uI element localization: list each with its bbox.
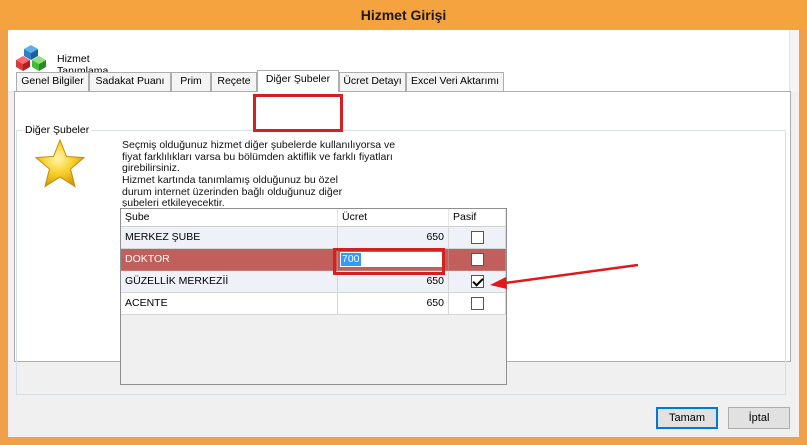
table-row-selected[interactable]: DOKTOR 700 bbox=[121, 249, 506, 271]
cell-pasif[interactable] bbox=[449, 271, 506, 293]
pasif-checkbox-checked[interactable] bbox=[470, 275, 484, 288]
tab-excel-veri-aktarimi[interactable]: Excel Veri Aktarımı bbox=[406, 72, 504, 91]
pasif-checkbox[interactable] bbox=[470, 253, 484, 266]
tab-diger-subeler[interactable]: Diğer Şubeler bbox=[257, 70, 339, 92]
window-titlebar: Hizmet Girişi bbox=[0, 0, 807, 30]
cell-ucret-editing[interactable]: 700 bbox=[338, 249, 449, 271]
cell-pasif[interactable] bbox=[449, 227, 506, 249]
tamam-button[interactable]: Tamam bbox=[656, 407, 718, 429]
description-text-2: Hizmet kartında tanımlamış olduğunuz bu … bbox=[122, 175, 343, 207]
column-header-sube[interactable]: Şube bbox=[121, 209, 338, 227]
subeler-grid: Şube Ücret Pasif MERKEZ ŞUBE 650 DOKTOR … bbox=[120, 208, 507, 385]
table-row[interactable]: MERKEZ ŞUBE 650 bbox=[121, 227, 506, 249]
column-header-pasif[interactable]: Pasif bbox=[449, 209, 506, 227]
tab-ucret-detayi[interactable]: Ücret Detayı bbox=[339, 72, 406, 91]
tab-prim[interactable]: Prim bbox=[171, 72, 211, 91]
cell-sube[interactable]: ACENTE bbox=[121, 293, 338, 315]
cell-pasif[interactable] bbox=[449, 293, 506, 315]
cell-ucret[interactable]: 650 bbox=[338, 293, 449, 315]
pasif-checkbox[interactable] bbox=[470, 231, 484, 244]
cell-pasif[interactable] bbox=[449, 249, 506, 271]
group-legend: Diğer Şubeler bbox=[22, 124, 93, 136]
grid-header: Şube Ücret Pasif bbox=[121, 209, 506, 227]
ucret-edit-input[interactable]: 700 bbox=[339, 251, 445, 268]
cubes-icon bbox=[16, 45, 46, 71]
iptal-button[interactable]: İptal bbox=[728, 407, 790, 429]
header-scrollbar[interactable] bbox=[789, 30, 799, 92]
tab-recete[interactable]: Reçete bbox=[211, 72, 257, 91]
star-icon bbox=[34, 138, 86, 188]
cell-sube[interactable]: MERKEZ ŞUBE bbox=[121, 227, 338, 249]
description-text-1: Seçmiş olduğunuz hizmet diğer şubelerde … bbox=[122, 140, 396, 174]
tab-sadakat-puani[interactable]: Sadakat Puanı bbox=[89, 72, 171, 91]
column-header-ucret[interactable]: Ücret bbox=[338, 209, 449, 227]
cell-sube[interactable]: DOKTOR bbox=[121, 249, 338, 271]
ucret-edit-selection: 700 bbox=[341, 253, 361, 266]
cell-ucret[interactable]: 650 bbox=[338, 227, 449, 249]
pasif-checkbox[interactable] bbox=[470, 297, 484, 310]
cell-ucret[interactable]: 650 bbox=[338, 271, 449, 293]
table-row[interactable]: GÜZELLİK MERKEZİİ 650 bbox=[121, 271, 506, 293]
cell-sube[interactable]: GÜZELLİK MERKEZİİ bbox=[121, 271, 338, 293]
window-title: Hizmet Girişi bbox=[360, 7, 447, 23]
tab-genel-bilgiler[interactable]: Genel Bilgiler bbox=[16, 72, 89, 91]
table-row[interactable]: ACENTE 650 bbox=[121, 293, 506, 315]
